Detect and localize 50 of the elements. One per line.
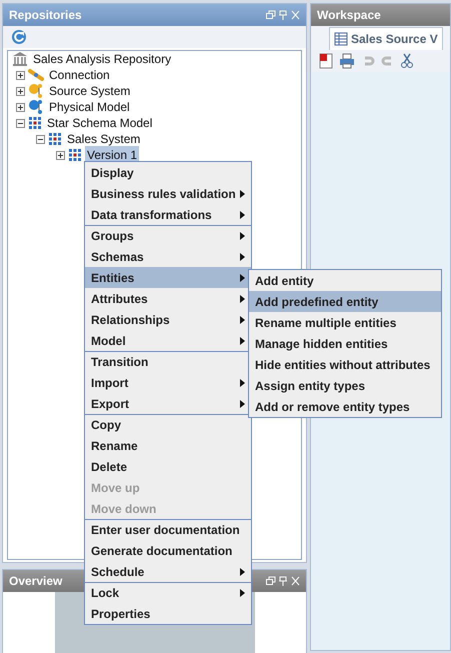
panel-title: Repositories (9, 7, 82, 24)
tree-item[interactable]: Source System (47, 82, 132, 100)
expand-toggle-icon[interactable] (56, 150, 65, 160)
menu-item[interactable]: Properties (85, 603, 251, 624)
scissors-icon[interactable] (401, 53, 413, 69)
bank-icon (12, 51, 28, 67)
menu-item[interactable]: Enter user documentation (85, 519, 251, 540)
menu-item[interactable]: Delete (85, 456, 251, 477)
menu-item[interactable]: Data transformations (85, 204, 251, 225)
window-controls-icon (266, 10, 300, 20)
window-controls-icon (266, 576, 300, 586)
menu-item[interactable]: Display (85, 162, 251, 183)
menu-item[interactable]: Hide entities without attributes (249, 354, 441, 375)
menu-item[interactable]: Rename multiple entities (249, 312, 441, 333)
menu-item[interactable]: Add predefined entity (249, 291, 441, 312)
tree-item[interactable]: Physical Model (47, 98, 132, 116)
menu-item[interactable]: Add or remove entity types (249, 396, 441, 417)
menu-item[interactable]: Entities (85, 267, 251, 288)
menu-item[interactable]: Add entity (249, 270, 441, 291)
grid-dots-icon (68, 148, 82, 162)
menu-item[interactable]: Generate documentation (85, 540, 251, 561)
collapse-toggle-icon[interactable] (16, 118, 25, 128)
tree-item[interactable]: Star Schema Model (45, 114, 154, 132)
refresh-icon[interactable] (11, 29, 27, 45)
printer-icon[interactable] (339, 53, 355, 69)
menu-item[interactable]: Business rules validation (85, 183, 251, 204)
menu-item[interactable]: Rename (85, 435, 251, 456)
panel-title: Overview (9, 573, 62, 590)
expand-toggle-icon[interactable] (16, 86, 25, 96)
menu-item[interactable]: Groups (85, 225, 251, 246)
menu-item[interactable]: Manage hidden entities (249, 333, 441, 354)
tree-item[interactable]: Connection (47, 66, 112, 84)
menu-item[interactable]: Lock (85, 582, 251, 603)
menu-item[interactable]: Assign entity types (249, 375, 441, 396)
nodes-icon (28, 83, 44, 99)
grid-dots-icon (28, 116, 42, 130)
expand-toggle-icon[interactable] (16, 70, 25, 80)
panel-title: Workspace (317, 7, 381, 24)
document-tab[interactable]: Sales Source V (329, 27, 443, 50)
grid-dots-icon (48, 132, 62, 146)
table-icon (334, 32, 348, 46)
menu-item[interactable]: Schedule (85, 561, 251, 582)
menu-item[interactable]: Schemas (85, 246, 251, 267)
expand-toggle-icon[interactable] (16, 102, 25, 112)
pdf-icon[interactable] (319, 53, 333, 69)
connector-icon (28, 67, 44, 83)
tree-item[interactable]: Sales System (65, 130, 142, 148)
collapse-toggle-icon[interactable] (36, 134, 45, 144)
tree-item[interactable]: Sales Analysis Repository (31, 51, 174, 68)
nodes-icon (28, 99, 44, 115)
